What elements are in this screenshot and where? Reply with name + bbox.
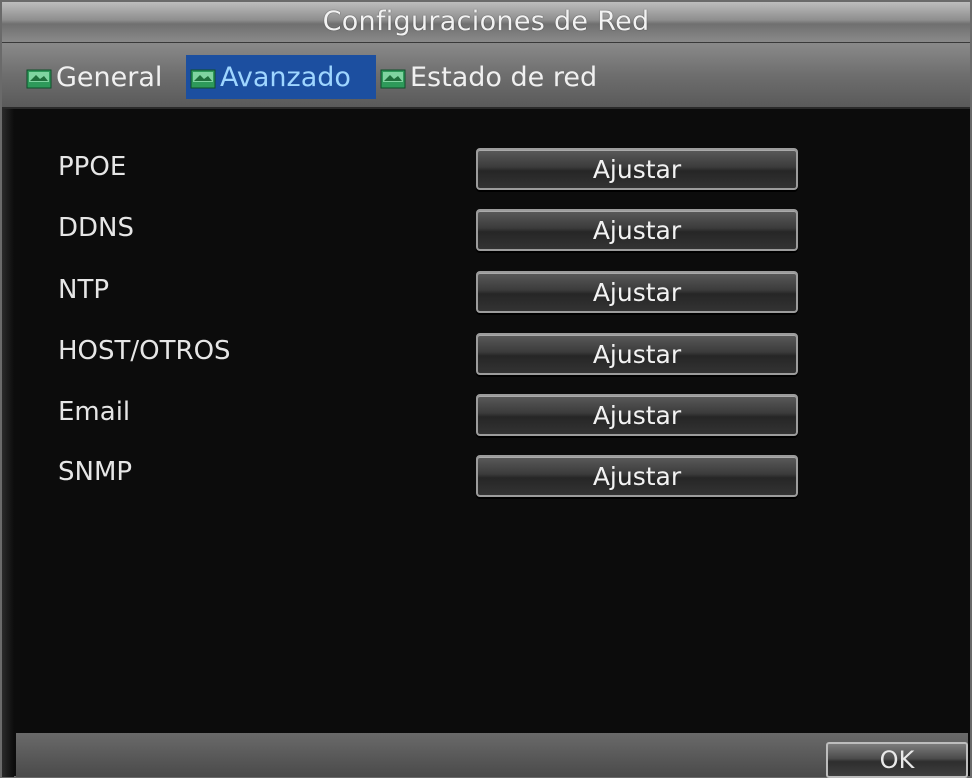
window-title: Configuraciones de Red <box>322 6 650 37</box>
ntp-ajustar-button[interactable]: Ajustar <box>476 271 798 313</box>
tab-label: Estado de red <box>410 61 598 93</box>
tab-avanzado[interactable]: Avanzado <box>186 55 376 99</box>
tab-estado-de-red[interactable]: Estado de red <box>380 55 630 99</box>
setting-label-host-otros: HOST/OTROS <box>58 336 231 366</box>
tab-label: General <box>56 61 163 93</box>
ddns-ajustar-button[interactable]: Ajustar <box>476 209 798 251</box>
panel-edge <box>2 109 14 777</box>
setting-label-email: Email <box>58 397 131 427</box>
setting-label-snmp: SNMP <box>58 457 133 487</box>
network-icon <box>26 66 52 89</box>
title-bar: Configuraciones de Red <box>2 2 970 43</box>
tab-bar: General Avanzado Estado de red <box>2 43 970 109</box>
host-otros-ajustar-button[interactable]: Ajustar <box>476 333 798 375</box>
setting-label-ddns: DDNS <box>58 213 134 243</box>
network-icon <box>380 66 406 89</box>
network-icon <box>190 66 216 89</box>
setting-label-ppoe: PPOE <box>58 152 127 182</box>
ppoe-ajustar-button[interactable]: Ajustar <box>476 148 798 190</box>
tab-general[interactable]: General <box>26 55 178 99</box>
ok-button[interactable]: OK <box>826 742 968 778</box>
setting-label-ntp: NTP <box>58 275 110 305</box>
network-settings-window: Configuraciones de Red General Avanzado … <box>0 0 972 778</box>
email-ajustar-button[interactable]: Ajustar <box>476 394 798 436</box>
snmp-ajustar-button[interactable]: Ajustar <box>476 455 798 497</box>
tab-label: Avanzado <box>220 61 351 93</box>
